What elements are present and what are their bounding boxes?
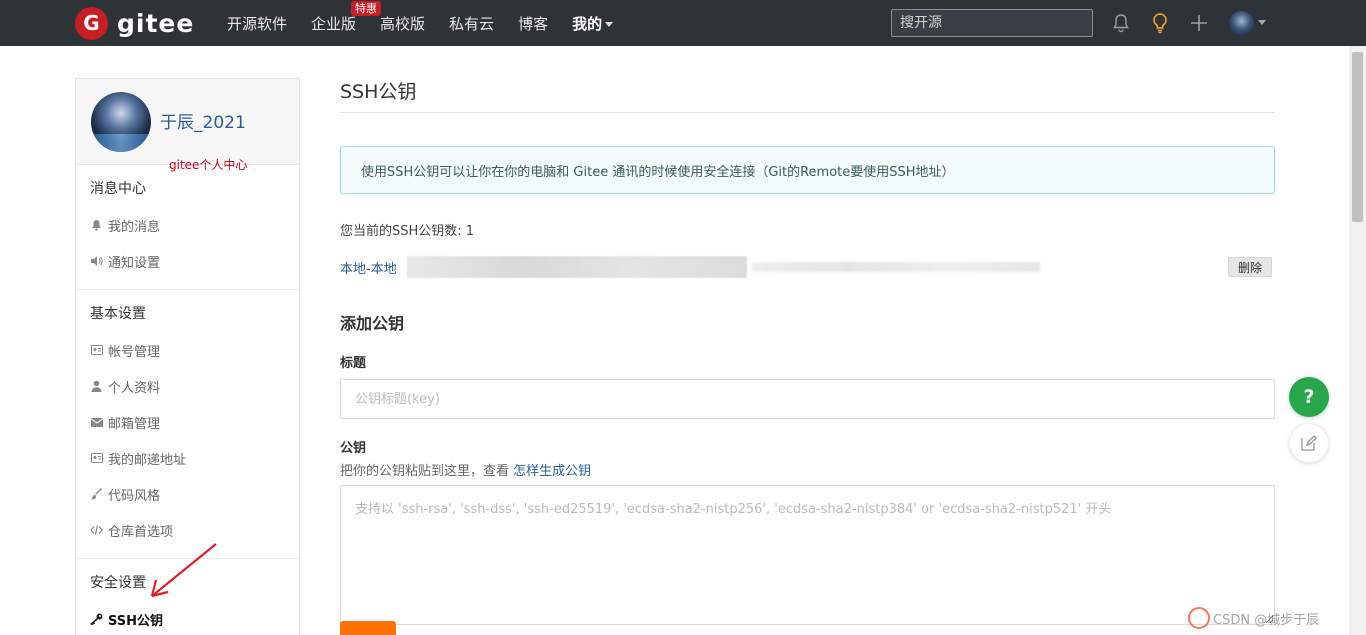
sidebar-item-label: 代码风格 xyxy=(108,488,161,504)
sidebar-item-label: SSH公钥 xyxy=(108,613,164,629)
nav-enterprise[interactable]: 企业版 特惠 xyxy=(311,0,382,34)
nav-education[interactable]: 高校版 xyxy=(380,13,425,34)
bell-icon xyxy=(90,219,103,232)
main-content: SSH公钥 使用SSH公钥可以让你在你的电脑和 Gitee 通讯的时候使用安全连… xyxy=(340,70,1275,635)
page-title: SSH公钥 xyxy=(340,70,1275,113)
promo-badge: 特惠 xyxy=(351,0,382,16)
avatar-chevron-down-icon[interactable] xyxy=(1258,20,1266,25)
annotation-arrow-icon xyxy=(150,543,217,598)
delete-key-button[interactable]: 删除 xyxy=(1228,257,1272,277)
title-label: 标题 xyxy=(340,356,367,371)
hint-text: 把你的公钥粘贴到这里，查看 xyxy=(340,464,514,479)
main-nav: 开源软件 企业版 特惠 高校版 私有云 博客 我的 xyxy=(227,0,637,46)
sidebar-item-ssh-keys[interactable]: SSH公钥 xyxy=(90,601,285,635)
nav-blog[interactable]: 博客 xyxy=(518,13,548,34)
nav-open-source[interactable]: 开源软件 xyxy=(227,13,287,34)
page-scrollbar[interactable] xyxy=(1349,46,1366,635)
csdn-logo-icon xyxy=(1188,607,1210,629)
ssh-key-meta-redacted xyxy=(752,262,1040,272)
help-button[interactable]: ? xyxy=(1289,377,1329,417)
feedback-button[interactable] xyxy=(1289,423,1329,463)
profile-avatar[interactable] xyxy=(91,92,151,152)
plus-icon[interactable] xyxy=(1187,11,1211,35)
speaker-icon xyxy=(90,255,103,268)
code-icon xyxy=(90,524,103,537)
section-title-basic: 基本设置 xyxy=(90,306,146,322)
sidebar-item-my-messages[interactable]: 我的消息 xyxy=(90,207,285,243)
confirm-button[interactable] xyxy=(340,621,396,635)
nav-mine[interactable]: 我的 xyxy=(572,13,614,34)
sidebar-item-label: 仓库首选项 xyxy=(108,524,174,540)
how-to-generate-key-link[interactable]: 怎样生成公钥 xyxy=(513,464,591,479)
sidebar-item-code-style[interactable]: 代码风格 xyxy=(90,476,285,512)
sidebar-item-label: 我的邮递地址 xyxy=(108,452,187,468)
profile-card: 于辰_2021 gitee个人中心 xyxy=(76,79,299,172)
bell-icon[interactable] xyxy=(1109,11,1133,35)
chevron-down-icon xyxy=(605,21,614,27)
watermark-text: CSDN @城步于辰 xyxy=(1213,612,1320,628)
annotation-label: gitee个人中心 xyxy=(169,158,248,172)
sidebar-item-profile[interactable]: 个人资料 xyxy=(90,368,285,404)
search-input[interactable] xyxy=(891,9,1093,37)
sidebar-item-account[interactable]: 帐号管理 xyxy=(90,332,285,368)
user-avatar[interactable] xyxy=(1229,11,1254,36)
info-alert-text: 使用SSH公钥可以让你在你的电脑和 Gitee 通讯的时候使用安全连接（Git的… xyxy=(361,164,955,180)
nav-mine-label: 我的 xyxy=(572,14,603,33)
section-basic: 基本设置 帐号管理 个人资料 邮箱管理 我的邮递地址 代码风格 仓库首选项 xyxy=(76,290,299,548)
key-icon xyxy=(90,613,103,626)
info-alert: 使用SSH公钥可以让你在你的电脑和 Gitee 通讯的时候使用安全连接（Git的… xyxy=(340,146,1275,194)
user-icon xyxy=(90,380,103,393)
lightbulb-icon[interactable] xyxy=(1148,11,1172,35)
ssh-key-name[interactable]: 本地-本地 xyxy=(340,258,397,277)
brush-icon xyxy=(90,488,103,501)
public-key-label: 公钥 xyxy=(340,441,367,456)
sidebar-item-label: 帐号管理 xyxy=(108,344,161,360)
id-card-icon xyxy=(90,344,103,357)
ssh-key-row: 本地-本地 删除 xyxy=(340,256,1275,278)
profile-username[interactable]: 于辰_2021 xyxy=(160,108,246,133)
gitee-logo[interactable]: G gitee xyxy=(75,6,194,40)
gitee-logo-mark: G xyxy=(75,6,108,40)
sidebar-item-label: 个人资料 xyxy=(108,380,161,396)
key-title-input[interactable] xyxy=(340,379,1275,419)
nav-enterprise-label: 企业版 xyxy=(311,14,357,33)
address-card-icon xyxy=(90,452,103,465)
section-messages: 消息中心 我的消息 通知设置 xyxy=(76,165,299,279)
public-key-textarea[interactable] xyxy=(340,485,1275,625)
nav-private-cloud[interactable]: 私有云 xyxy=(449,13,494,34)
edit-icon xyxy=(1301,435,1317,451)
scrollbar-thumb[interactable] xyxy=(1352,52,1363,222)
sidebar-item-label: 通知设置 xyxy=(108,255,161,271)
sidebar-item-notification-settings[interactable]: 通知设置 xyxy=(90,243,285,279)
gitee-logo-text: gitee xyxy=(117,8,195,38)
ssh-key-count: 您当前的SSH公钥数: 1 xyxy=(340,224,475,239)
public-key-hint: 把你的公钥粘贴到这里，查看 怎样生成公钥 xyxy=(340,460,1275,479)
envelope-icon xyxy=(90,416,103,429)
csdn-watermark: CSDN @城步于辰 xyxy=(1188,607,1319,629)
sidebar-item-address[interactable]: 我的邮递地址 xyxy=(90,440,285,476)
sidebar-item-email[interactable]: 邮箱管理 xyxy=(90,404,285,440)
sidebar-item-label: 我的消息 xyxy=(108,219,161,235)
add-key-heading: 添加公钥 xyxy=(340,314,405,333)
sidebar-item-label: 邮箱管理 xyxy=(108,416,161,432)
top-navbar: G gitee 开源软件 企业版 特惠 高校版 私有云 博客 我的 xyxy=(0,0,1366,46)
ssh-key-fingerprint-redacted xyxy=(407,256,747,278)
